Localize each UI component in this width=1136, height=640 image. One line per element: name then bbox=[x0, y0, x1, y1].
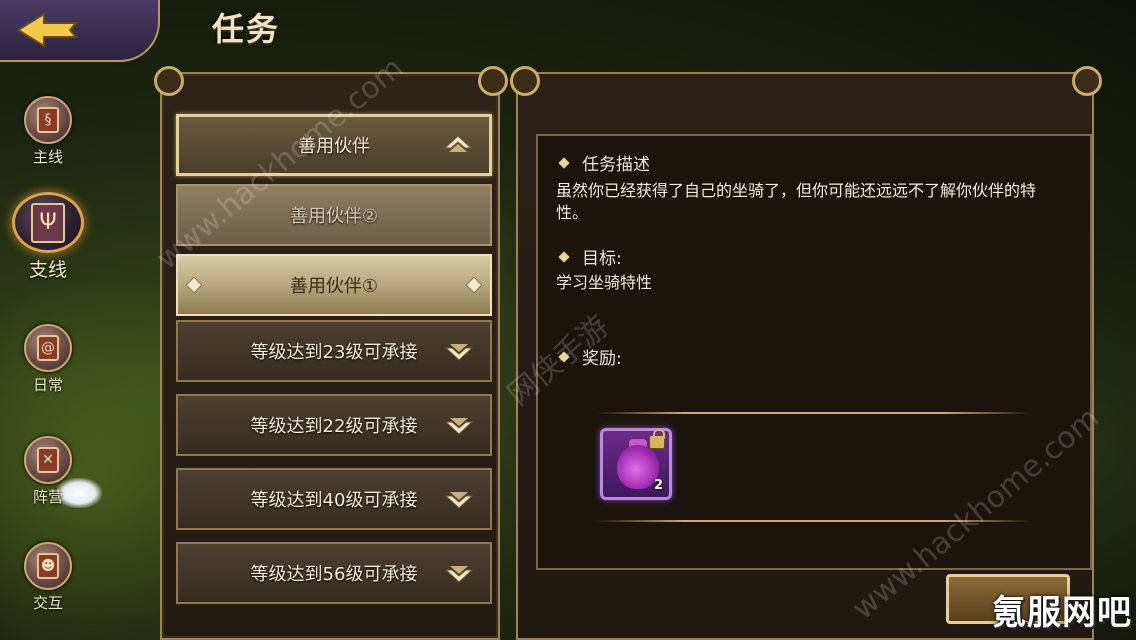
description-heading: 任务描述 bbox=[558, 150, 650, 175]
sidebar-item-daily[interactable]: @ 日常 bbox=[0, 324, 96, 414]
chevron-down-icon bbox=[444, 410, 474, 440]
crossed-swords-scroll-icon: ✕ bbox=[24, 436, 72, 484]
watermark-logo: 氪服网吧 bbox=[992, 593, 1132, 633]
people-scroll-icon: ☻ bbox=[24, 542, 72, 590]
reward-item[interactable]: 2 bbox=[600, 428, 672, 500]
diamond-icon bbox=[185, 276, 203, 294]
chevron-down-icon bbox=[444, 558, 474, 588]
goal-heading: 目标: bbox=[558, 244, 622, 269]
quest-sub-label: 善用伙伴① bbox=[289, 276, 379, 297]
chevron-down-icon bbox=[444, 336, 474, 366]
sidebar-item-camp[interactable]: ✕ 阵营 bbox=[0, 436, 96, 526]
diamond-icon bbox=[465, 276, 483, 294]
category-sidebar: § 主线 Ψ 支线 @ 日常 ✕ 阵营 ☻ 交互 bbox=[0, 80, 96, 640]
trident-scroll-icon: Ψ bbox=[12, 192, 84, 253]
sidebar-item-interact[interactable]: ☻ 交互 bbox=[0, 542, 96, 632]
chevron-up-icon bbox=[443, 130, 473, 160]
quest-group-label: 等级达到56级可承接 bbox=[250, 564, 418, 585]
sidebar-item-label: 交互 bbox=[32, 594, 63, 612]
quest-sub-item-selected[interactable]: 善用伙伴① bbox=[176, 254, 492, 316]
quest-sub-label: 善用伙伴② bbox=[289, 206, 379, 227]
sidebar-item-label: 主线 bbox=[32, 148, 63, 166]
reward-count: 2 bbox=[653, 478, 663, 493]
scroll-icon: § bbox=[24, 96, 72, 144]
page-title: 任务 bbox=[212, 10, 281, 48]
sidebar-item-label: 支线 bbox=[28, 259, 67, 281]
sidebar-item-main[interactable]: § 主线 bbox=[0, 96, 96, 186]
sidebar-item-side[interactable]: Ψ 支线 bbox=[0, 192, 96, 282]
back-arrow-icon bbox=[14, 10, 84, 50]
sidebar-item-label: 阵营 bbox=[32, 488, 63, 506]
quest-group-locked[interactable]: 等级达到22级可承接 bbox=[176, 394, 492, 456]
lock-icon bbox=[649, 429, 665, 449]
back-button[interactable] bbox=[0, 0, 160, 62]
diamond-bullet-icon bbox=[558, 250, 570, 263]
quest-group-locked[interactable]: 等级达到23级可承接 bbox=[176, 320, 492, 382]
description-text: 虽然你已经获得了自己的坐骑了，但你可能还远远不了解你伙伴的特性。 bbox=[556, 181, 1037, 222]
quest-group-label: 等级达到40级可承接 bbox=[250, 490, 418, 511]
panel-corner-ornament bbox=[510, 66, 540, 96]
swirl-scroll-icon: @ bbox=[24, 324, 72, 372]
purple-bag-icon bbox=[617, 445, 659, 489]
reward-divider bbox=[596, 412, 1032, 414]
diamond-bullet-icon bbox=[558, 156, 570, 169]
panel-corner-ornament bbox=[154, 66, 184, 96]
goal-text: 学习坐骑特性 bbox=[556, 273, 653, 292]
sidebar-item-label: 日常 bbox=[32, 376, 63, 394]
panel-corner-ornament bbox=[478, 66, 508, 96]
quest-group-label: 等级达到22级可承接 bbox=[250, 416, 418, 437]
quest-group-locked[interactable]: 等级达到56级可承接 bbox=[176, 542, 492, 604]
chevron-down-icon bbox=[444, 484, 474, 514]
quest-group-locked[interactable]: 等级达到40级可承接 bbox=[176, 468, 492, 530]
quest-group-label: 等级达到23级可承接 bbox=[250, 342, 418, 363]
panel-corner-ornament bbox=[1072, 66, 1102, 96]
